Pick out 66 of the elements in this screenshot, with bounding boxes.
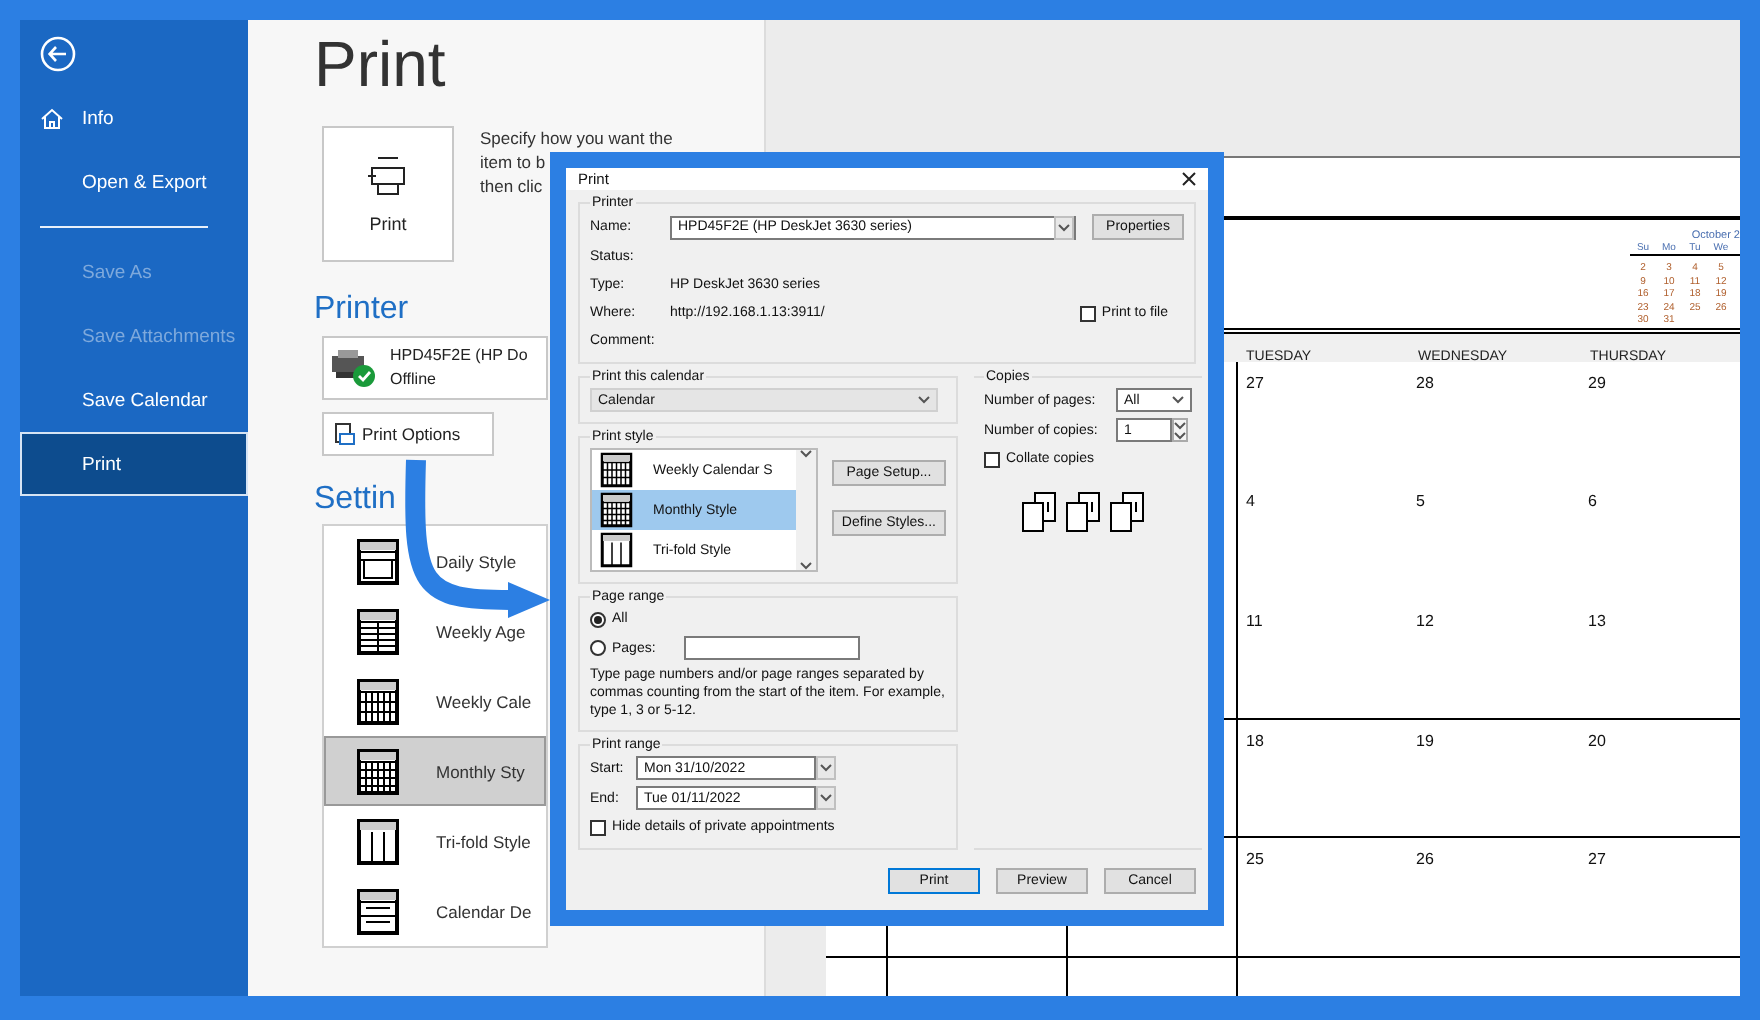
print-style-item[interactable]: Tri-fold Style [324,806,546,876]
day-number: 11 [1244,609,1263,630]
calendar-style-icon [356,677,400,725]
day-number: 27 [1244,371,1264,392]
day-number: 27 [1586,848,1606,869]
calendar-style-icon [356,747,400,795]
radio-button[interactable] [590,640,606,656]
calendar-style-icon [356,537,400,585]
day-number: 28 [1414,371,1434,392]
section-heading: Printer [314,290,409,330]
caret-icon [799,562,812,570]
caret-icon [820,794,832,802]
printer-check-icon [330,348,378,388]
home-icon [40,107,64,129]
caret-icon [1172,396,1184,404]
day-number: 18 [1244,729,1264,750]
description-line: then clic [480,174,543,198]
print-options-button[interactable]: Print Options [322,412,494,456]
description-line: Specify how you want the [480,126,673,150]
printer-name: HPD45F2E (HP Do [390,344,528,368]
scrollbar[interactable] [795,450,816,570]
printer-selector[interactable]: HPD45F2E (HP Do Offline [322,336,548,400]
checkbox[interactable] [984,451,1000,467]
close-icon[interactable] [1182,172,1196,186]
day-number: 6 [1586,490,1597,511]
page-title: Print [314,26,448,104]
print-style-item[interactable]: Calendar De [324,876,546,946]
calendar-style-icon [356,887,400,935]
section-heading: Settin [314,480,396,520]
print-options-icon [334,422,356,446]
calendar-style-icon [356,817,400,865]
day-number: 20 [1586,729,1606,750]
checkbox[interactable] [1079,305,1096,321]
print-style-item[interactable]: Weekly Cale [324,666,546,736]
printer-icon [366,154,410,198]
dropdown-button[interactable] [816,786,836,810]
printer-status: Offline [390,368,438,392]
day-number: 19 [1414,729,1434,750]
day-number: 13 [1586,609,1606,630]
radio-button[interactable] [590,611,606,627]
back-icon[interactable] [40,35,76,71]
pages-input[interactable] [684,636,860,660]
sidebar-item[interactable]: Print [20,432,248,496]
print-style-item[interactable]: Daily Style [324,526,546,596]
day-number: 26 [1414,848,1434,869]
checkbox[interactable] [590,819,606,835]
sidebar-item[interactable]: Info [20,86,248,150]
spin-button[interactable] [1172,418,1188,442]
caret-icon [799,450,812,458]
day-number: 25 [1244,848,1264,869]
caret-icon [820,764,832,772]
sidebar-item[interactable]: Open & Export [20,150,248,214]
sidebar-item[interactable]: Save Calendar [20,368,248,432]
day-number: 5 [1414,490,1425,511]
description-line: item to b [480,150,546,174]
day-number: 29 [1586,371,1606,392]
caret-icon [918,396,930,404]
print-style-item[interactable]: Weekly Age [324,596,546,666]
day-number: 12 [1414,609,1434,630]
calendar-style-icon [600,492,633,528]
dropdown-button[interactable] [816,756,836,780]
print-style-item[interactable]: Monthly Sty [324,736,546,806]
calendar-style-icon [356,607,400,655]
day-number: 4 [1244,490,1255,511]
caret-icon [1058,223,1070,231]
print-button[interactable]: Print [322,126,454,262]
